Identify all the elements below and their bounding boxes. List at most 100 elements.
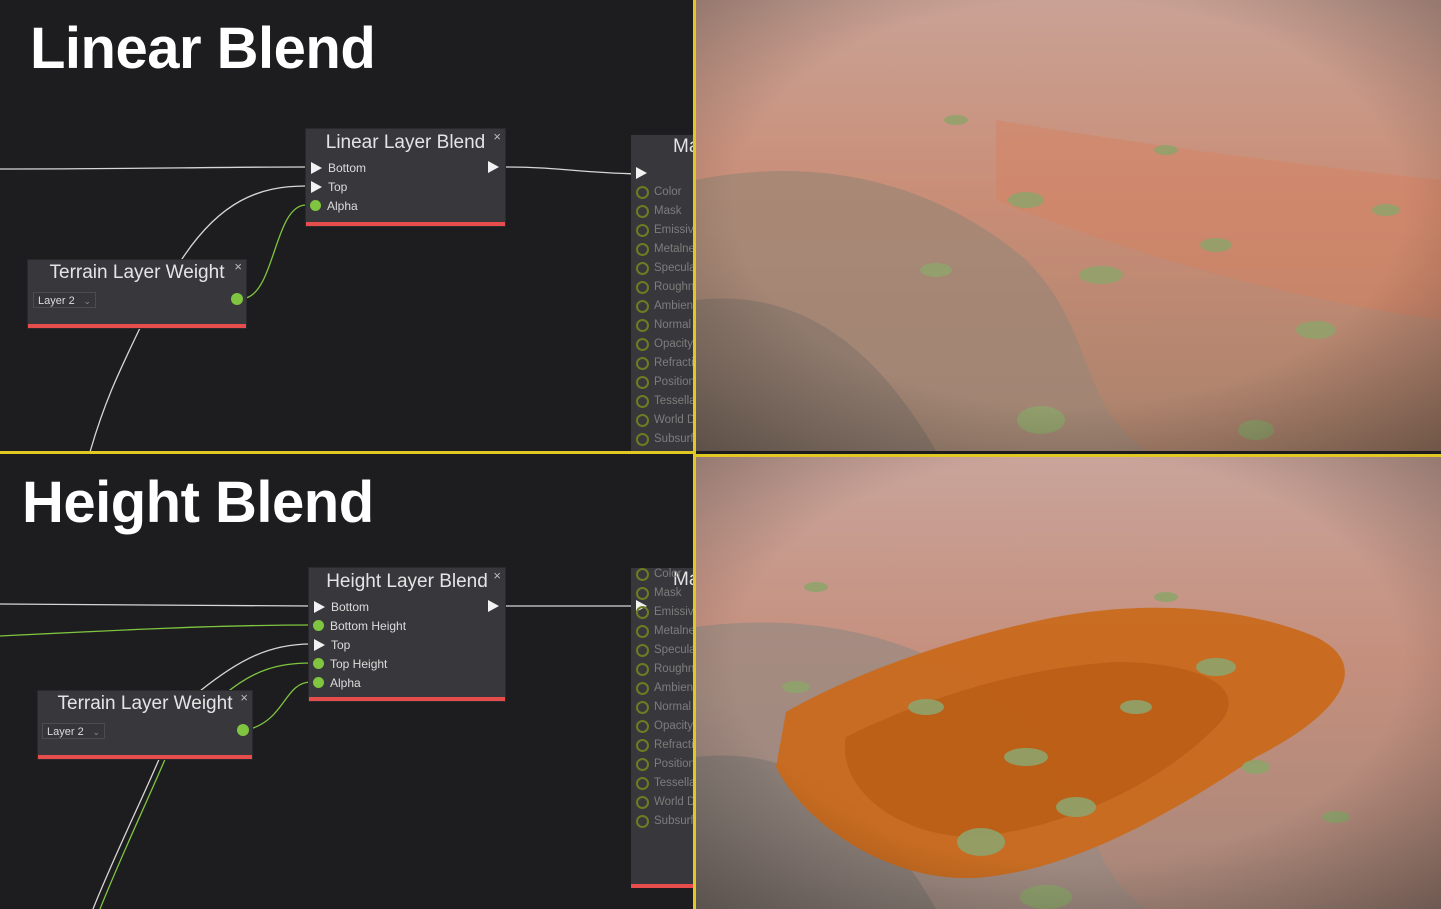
pin-ring-icon (636, 413, 649, 427)
pin-top[interactable]: Top (310, 177, 347, 196)
pin-ring-icon (636, 738, 649, 752)
height-layer-blend-node[interactable]: Height Layer Blend × Bottom Bottom Heigh… (309, 568, 505, 701)
weight-output-pin[interactable] (237, 724, 249, 736)
material-pin[interactable]: Subsurf (636, 812, 694, 830)
material-pin[interactable]: Color (636, 183, 681, 201)
pin-top[interactable]: Top (313, 635, 350, 654)
exec-arrow-icon (314, 600, 325, 613)
terrain-layer-weight-node[interactable]: Terrain Layer Weight × Layer 2 ⌄ (38, 690, 252, 759)
material-pin[interactable]: World D (636, 793, 694, 811)
pin-ring-icon (636, 318, 649, 332)
chevron-down-icon: ⌄ (92, 727, 100, 737)
material-pin[interactable]: Tessella (636, 392, 694, 410)
pin-ring-icon (636, 204, 649, 218)
material-pin[interactable]: Normal (636, 316, 691, 334)
material-pin[interactable]: Emissiv (636, 603, 694, 621)
pin-ring-icon (636, 643, 649, 657)
pin-bottom-height[interactable]: Bottom Height (313, 616, 406, 635)
material-pin[interactable]: Position (636, 755, 694, 773)
pin-ring-icon (636, 223, 649, 237)
pin-bottom[interactable]: Bottom (313, 597, 369, 616)
material-pin[interactable]: Opacity (636, 717, 693, 735)
node-title[interactable]: Height Layer Blend × (309, 568, 505, 596)
close-icon[interactable]: × (493, 562, 501, 590)
linear-blend-viewport[interactable] (696, 0, 1441, 451)
node-title[interactable]: Terrain Layer Weight × (38, 690, 252, 717)
material-pin[interactable]: Specula (636, 259, 694, 277)
pin-ring-icon (636, 624, 649, 638)
pin-ring-icon (636, 242, 649, 256)
material-pin[interactable]: World D (636, 411, 694, 429)
pin-ring-icon (636, 337, 649, 351)
pin-ring-icon (636, 375, 649, 389)
pin-ring-icon (636, 605, 649, 619)
pin-ring-icon (636, 356, 649, 370)
close-icon[interactable]: × (240, 685, 248, 711)
pin-ring-icon (636, 432, 649, 446)
material-pin[interactable]: Color (636, 568, 681, 583)
material-pin[interactable]: Ambien (636, 679, 693, 697)
close-icon[interactable]: × (234, 254, 242, 280)
linear-layer-blend-node[interactable]: Linear Layer Blend × Bottom Top Alpha (306, 129, 505, 226)
material-exec-input-icon[interactable] (636, 167, 647, 179)
terrain-render-image (696, 0, 1441, 451)
layer-select[interactable]: Layer 2 ⌄ (33, 292, 96, 308)
float-pin-icon (313, 658, 324, 669)
pin-ring-icon (636, 662, 649, 676)
node-accent-bar (306, 222, 505, 226)
exec-arrow-icon (314, 638, 325, 651)
material-pin[interactable]: Mask (636, 584, 681, 602)
material-pin[interactable]: Opacity (636, 335, 693, 353)
pin-ring-icon (636, 681, 649, 695)
pin-top-height[interactable]: Top Height (313, 654, 387, 673)
node-accent-bar (38, 755, 252, 759)
material-pin[interactable]: Normal (636, 698, 691, 716)
pin-ring-icon (636, 280, 649, 294)
material-pin[interactable]: Refracti (636, 354, 694, 372)
material-pin[interactable]: Metalne (636, 622, 694, 640)
material-pin[interactable]: Tessella (636, 774, 694, 792)
layer-select[interactable]: Layer 2 ⌄ (42, 723, 105, 739)
material-pin[interactable]: Emissiv (636, 221, 694, 239)
pin-ring-icon (636, 185, 649, 199)
pin-ring-icon (636, 261, 649, 275)
height-blend-graph[interactable]: Height Blend Height Layer Blend × Bottom… (0, 454, 694, 909)
terrain-render-image (696, 457, 1441, 909)
chevron-down-icon: ⌄ (83, 296, 91, 306)
pin-bottom[interactable]: Bottom (310, 158, 366, 177)
material-pin[interactable]: Mask (636, 202, 681, 220)
exec-arrow-icon (311, 161, 322, 174)
material-node[interactable]: Ma ColorMaskEmissivMetalneSpeculaRoughnA… (631, 568, 694, 888)
pin-ring-icon (636, 568, 649, 581)
pin-ring-icon (636, 757, 649, 771)
material-pin[interactable]: Position (636, 373, 694, 391)
material-pin[interactable]: Metalne (636, 240, 694, 258)
pin-alpha[interactable]: Alpha (313, 673, 361, 692)
height-blend-viewport[interactable] (696, 457, 1441, 909)
node-accent-bar (309, 697, 505, 701)
material-pin[interactable]: Refracti (636, 736, 694, 754)
close-icon[interactable]: × (493, 123, 501, 151)
material-pin[interactable]: Roughn (636, 278, 694, 296)
weight-output-pin[interactable] (231, 293, 243, 305)
pin-ring-icon (636, 795, 649, 809)
float-pin-icon (313, 677, 324, 688)
material-pin[interactable]: Ambien (636, 297, 693, 315)
node-title[interactable]: Linear Layer Blend × (306, 129, 505, 157)
material-pin[interactable]: Specula (636, 641, 694, 659)
node-accent-bar (631, 884, 694, 888)
terrain-layer-weight-node[interactable]: Terrain Layer Weight × Layer 2 ⌄ (28, 259, 246, 328)
node-title[interactable]: Terrain Layer Weight × (28, 259, 246, 286)
pin-ring-icon (636, 700, 649, 714)
pin-alpha[interactable]: Alpha (310, 196, 358, 215)
output-arrow-icon[interactable] (488, 600, 499, 612)
material-pin[interactable]: Roughn (636, 660, 694, 678)
linear-blend-graph[interactable]: Linear Blend Linear Layer Blend × Bottom… (0, 0, 694, 451)
material-node[interactable]: Ma ColorMaskEmissivMetalneSpeculaRoughnA… (631, 135, 694, 451)
float-pin-icon (310, 200, 321, 211)
material-pin[interactable]: Subsurf (636, 430, 694, 448)
pin-ring-icon (636, 394, 649, 408)
output-arrow-icon[interactable] (488, 161, 499, 173)
pin-ring-icon (636, 814, 649, 828)
pin-ring-icon (636, 719, 649, 733)
